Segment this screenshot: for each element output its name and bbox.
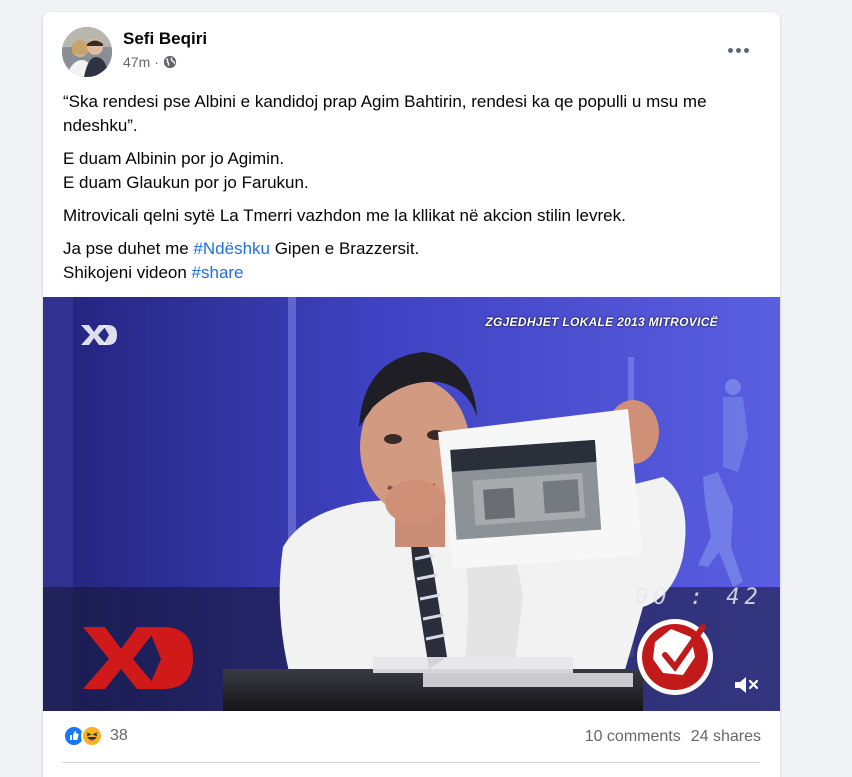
post-meta: 47m ·: [123, 54, 177, 70]
video-player[interactable]: ZGJEDHJET LOKALE 2013 MITROVICË 00 : 42: [43, 297, 780, 711]
author-avatar[interactable]: [62, 27, 112, 77]
action-divider: [63, 762, 760, 763]
message-line: Ja pse duhet me #Ndëshku Gipen e Brazzer…: [63, 239, 420, 258]
post-stats: 38 10 comments 24 shares: [43, 723, 780, 755]
message-paragraph: Mitrovicali qelni sytë La Tmerri vazhdon…: [63, 206, 626, 225]
haha-icon: [81, 725, 103, 747]
meta-separator: ·: [154, 54, 159, 70]
message-line: E duam Albinin por jo Agimin.: [63, 149, 285, 168]
video-timer: 00 : 42: [635, 585, 763, 610]
reaction-count: 38: [110, 727, 128, 744]
post-time[interactable]: 47m: [123, 54, 150, 70]
comments-count-link[interactable]: 10 comments: [585, 728, 681, 746]
message-paragraph: E duam Albinin por jo Agimin. E duam Gla…: [63, 147, 763, 195]
volume-muted-icon[interactable]: [733, 674, 759, 696]
video-overlay-title: ZGJEDHJET LOKALE 2013 MITROVICË: [485, 315, 718, 329]
engagement-counts: 10 comments 24 shares: [585, 728, 761, 746]
globe-icon[interactable]: [163, 55, 177, 69]
message-line: E duam Glaukun por jo Farukun.: [63, 173, 309, 192]
post-header: Sefi Beqiri 47m ·: [43, 12, 780, 88]
reactions-summary[interactable]: 38: [63, 725, 128, 747]
post-message: “Ska rendesi pse Albini e kandidoj prap …: [63, 90, 763, 294]
author-name[interactable]: Sefi Beqiri: [123, 29, 207, 49]
hashtag-link[interactable]: #share: [192, 263, 244, 282]
video-frame: [43, 297, 780, 711]
feed-post: Sefi Beqiri 47m · “Ska rendesi pse Albin…: [43, 12, 780, 777]
message-paragraph: “Ska rendesi pse Albini e kandidoj prap …: [63, 92, 707, 135]
hashtag-link[interactable]: #Ndëshku: [193, 239, 270, 258]
shares-count-link[interactable]: 24 shares: [691, 728, 761, 746]
more-options-icon[interactable]: [724, 40, 752, 60]
message-line: Shikojeni videon #share: [63, 263, 244, 282]
message-paragraph: Ja pse duhet me #Ndëshku Gipen e Brazzer…: [63, 237, 763, 285]
